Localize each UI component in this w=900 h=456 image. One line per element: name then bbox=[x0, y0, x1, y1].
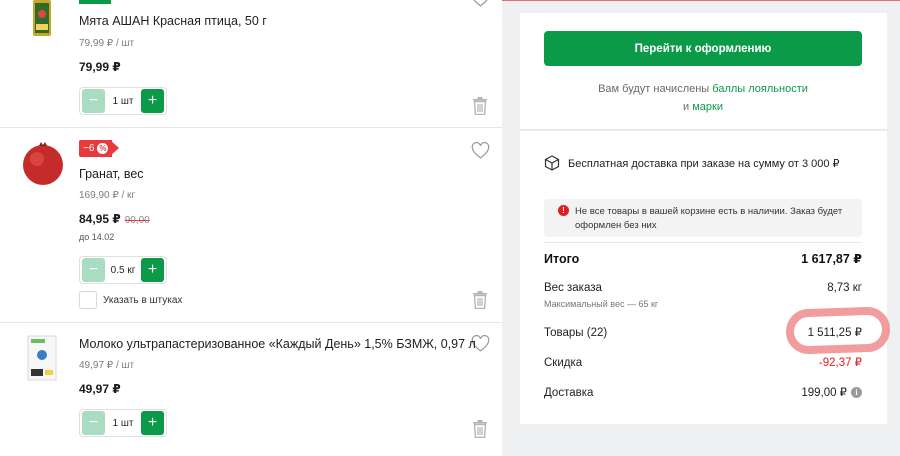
weight-value: 8,73 кг bbox=[827, 282, 862, 294]
box-icon bbox=[544, 155, 560, 171]
product-price: 49,97 ₽ bbox=[79, 382, 121, 396]
product-name[interactable]: Мята АШАН Красная птица, 50 г bbox=[79, 14, 267, 28]
goods-row: Товары (22) 1 511,25 ₽ bbox=[544, 325, 862, 339]
quantity-value: 1 шт bbox=[112, 417, 134, 429]
stamps-link[interactable]: марки bbox=[692, 101, 723, 113]
decrease-button[interactable]: − bbox=[82, 89, 105, 113]
favorite-heart-icon[interactable] bbox=[471, 0, 490, 7]
cart-item-pomegranate: −6 % Гранат, вес 169,90 ₽ / кг 84,95 ₽90… bbox=[0, 128, 502, 323]
decrease-button[interactable]: − bbox=[82, 411, 105, 435]
price-value: 49,97 ₽ bbox=[79, 382, 121, 396]
alert-icon: ! bbox=[558, 205, 569, 216]
quantity-stepper: − 1 шт + bbox=[79, 87, 167, 115]
product-name[interactable]: Гранат, вес bbox=[79, 167, 144, 181]
cart-item-milk: Молоко ультрапастеризованное «Каждый Ден… bbox=[0, 323, 502, 456]
promo-badge-remnant bbox=[79, 0, 111, 4]
unit-price: 49,97 ₽ / шт bbox=[79, 360, 135, 371]
cart-items-list: Мята АШАН Красная птица, 50 г 79,99 ₽ / … bbox=[0, 0, 502, 456]
old-price: 90,00 bbox=[124, 215, 150, 226]
product-name[interactable]: Молоко ультрапастеризованное «Каждый Ден… bbox=[79, 337, 476, 351]
weight-label: Вес заказа bbox=[544, 282, 602, 294]
unit-price: 79,99 ₽ / шт bbox=[79, 38, 135, 49]
price-value: 79,99 ₽ bbox=[79, 60, 121, 74]
discount-badge-tail bbox=[110, 140, 119, 156]
unit-price: 169,90 ₽ / кг bbox=[79, 190, 136, 201]
quantity-value: 0.5 кг bbox=[110, 264, 136, 276]
trash-icon[interactable] bbox=[472, 97, 488, 115]
discount-badge-value: −6 bbox=[83, 143, 95, 154]
shipping-value: 199,00 ₽ bbox=[801, 387, 847, 399]
product-image-pomegranate[interactable] bbox=[20, 140, 66, 186]
product-price: 84,95 ₽90,00 bbox=[79, 212, 150, 226]
availability-alert: ! Не все товары в вашей корзине есть в н… bbox=[544, 199, 862, 237]
favorite-heart-icon[interactable] bbox=[471, 142, 490, 159]
free-delivery-text: Бесплатная доставка при заказе на сумму … bbox=[568, 157, 840, 170]
trash-icon[interactable] bbox=[472, 420, 488, 438]
product-image-mint[interactable] bbox=[33, 0, 51, 36]
cart-item-mint: Мята АШАН Красная птица, 50 г 79,99 ₽ / … bbox=[0, 0, 502, 128]
loyalty-prefix: Вам будут начислены bbox=[598, 83, 710, 95]
increase-button[interactable]: + bbox=[141, 89, 165, 113]
price-value: 84,95 ₽ bbox=[79, 212, 121, 226]
max-weight-note: Максимальный вес — 65 кг bbox=[544, 299, 659, 309]
increase-button[interactable]: + bbox=[141, 258, 165, 282]
trash-icon[interactable] bbox=[472, 291, 488, 309]
quantity-value: 1 шт bbox=[112, 95, 134, 107]
info-icon[interactable]: i bbox=[851, 387, 862, 399]
shipping-row: Доставка 199,00 ₽ i bbox=[544, 385, 862, 399]
quantity-stepper: − 1 шт + bbox=[79, 409, 167, 437]
product-image-milk[interactable] bbox=[27, 335, 57, 381]
weight-row: Вес заказа 8,73 кг bbox=[544, 282, 862, 294]
summary-divider bbox=[544, 242, 862, 243]
promo-valid-until: до 14.02 bbox=[79, 232, 115, 242]
goods-value: 1 511,25 ₽ bbox=[807, 327, 862, 339]
count-in-pieces-label[interactable]: Указать в штуках bbox=[103, 295, 182, 306]
goods-label: Товары (22) bbox=[544, 327, 608, 339]
discount-badge: −6 % bbox=[79, 140, 113, 157]
increase-button[interactable]: + bbox=[141, 411, 165, 435]
shipping-value-wrap: 199,00 ₽ i bbox=[801, 385, 862, 399]
discount-value: -92,37 ₽ bbox=[818, 357, 862, 369]
loyalty-note: Вам будут начислены баллы лояльности и м… bbox=[544, 80, 862, 116]
percent-icon: % bbox=[97, 143, 109, 154]
checkout-button[interactable]: Перейти к оформлению bbox=[544, 31, 862, 66]
shipping-label: Доставка bbox=[544, 387, 594, 399]
order-summary-panel bbox=[520, 131, 887, 424]
total-row: Итого 1 617,87 ₽ bbox=[544, 251, 862, 266]
total-value: 1 617,87 ₽ bbox=[801, 252, 862, 266]
loyalty-points-link[interactable]: баллы лояльности bbox=[712, 83, 808, 95]
count-in-pieces-checkbox[interactable] bbox=[79, 291, 97, 309]
alert-text: Не все товары в вашей корзине есть в нал… bbox=[575, 206, 843, 231]
discount-label: Скидка bbox=[544, 357, 583, 369]
discount-row: Скидка -92,37 ₽ bbox=[544, 355, 862, 369]
loyalty-and: и bbox=[683, 101, 690, 113]
product-price: 79,99 ₽ bbox=[79, 60, 121, 74]
decrease-button[interactable]: − bbox=[82, 258, 105, 282]
total-label: Итого bbox=[544, 252, 580, 266]
free-delivery-note: Бесплатная доставка при заказе на сумму … bbox=[544, 155, 840, 171]
quantity-stepper: − 0.5 кг + bbox=[79, 256, 167, 284]
